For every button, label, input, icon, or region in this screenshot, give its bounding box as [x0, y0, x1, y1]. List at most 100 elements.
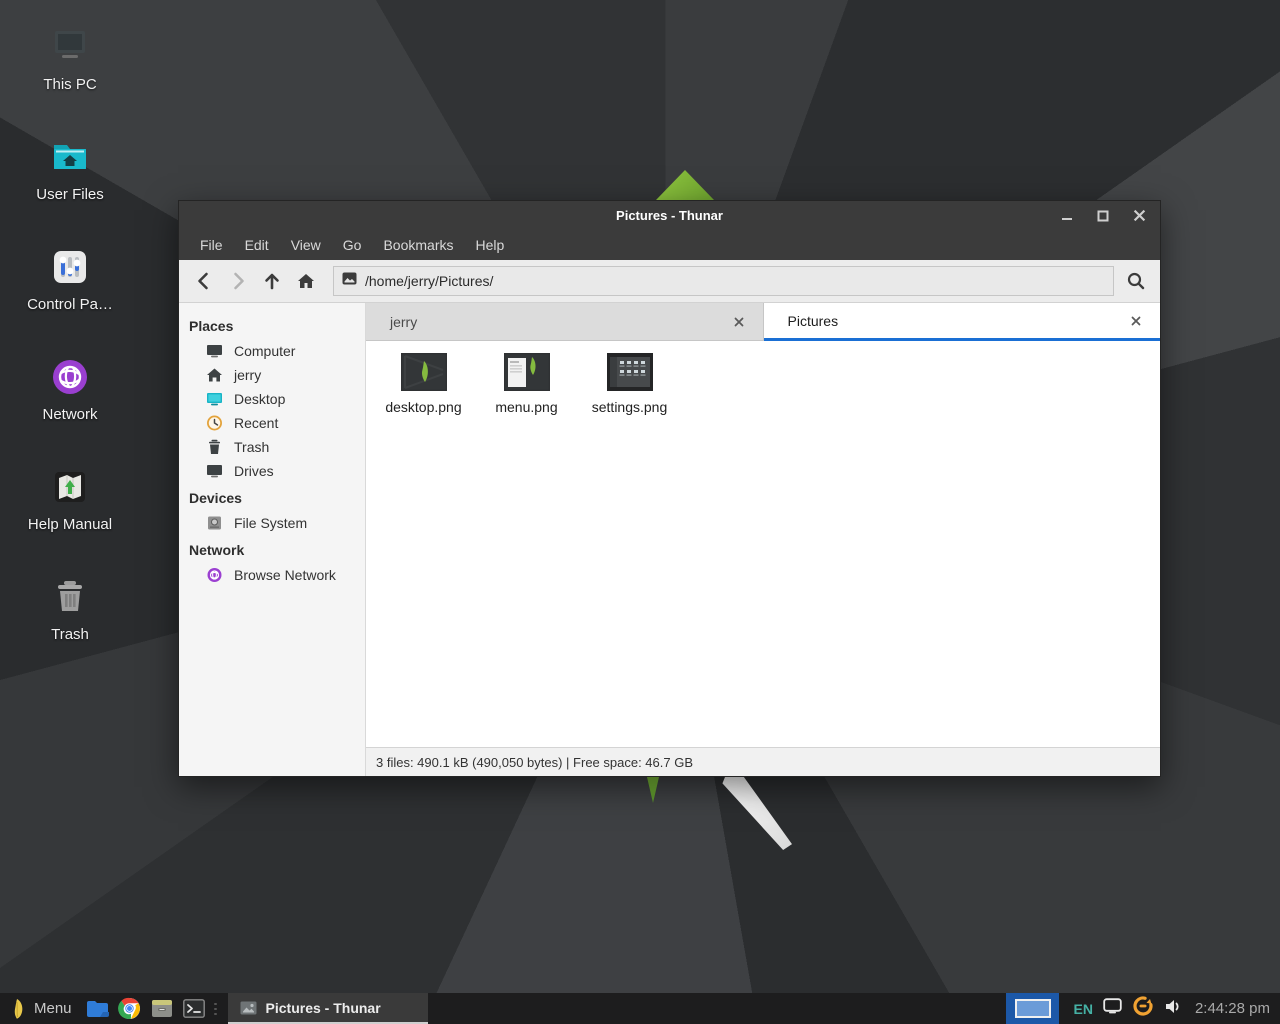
path-text: /home/jerry/Pictures/ — [365, 273, 493, 289]
desktop-icon-user-files[interactable]: User Files — [10, 128, 130, 238]
sidebar-item-label: jerry — [234, 367, 261, 383]
menu-go[interactable]: Go — [332, 232, 373, 258]
sidebar-item-home[interactable]: jerry — [179, 363, 365, 387]
menu-help[interactable]: Help — [465, 232, 516, 258]
tab-close-icon[interactable] — [731, 314, 747, 330]
desktop-icon — [206, 391, 223, 407]
file-menu-png[interactable]: menu.png — [475, 353, 578, 415]
thunar-window: Pictures - Thunar File Edit View Go Book… — [178, 200, 1161, 777]
minimize-button[interactable] — [1060, 209, 1074, 223]
sidebar-item-label: Trash — [234, 439, 269, 455]
sidebar-item-file-system[interactable]: File System — [179, 511, 365, 535]
desktop-icon-this-pc[interactable]: This PC — [10, 18, 130, 128]
file-settings-png[interactable]: settings.png — [578, 353, 681, 415]
file-name: desktop.png — [385, 399, 461, 415]
archive-manager-icon[interactable] — [149, 993, 175, 1024]
desktop-icon-trash[interactable]: Trash — [10, 568, 130, 678]
update-manager-icon[interactable] — [1132, 995, 1154, 1022]
workspace-switcher[interactable] — [1006, 993, 1059, 1024]
sidebar-header-devices: Devices — [179, 483, 365, 511]
thunar-task-icon — [240, 1001, 257, 1015]
menu-bookmarks[interactable]: Bookmarks — [372, 232, 464, 258]
forward-button[interactable] — [223, 266, 253, 296]
menu-view[interactable]: View — [280, 232, 332, 258]
help-manual-icon — [47, 464, 93, 510]
desktop-icon-control-panel[interactable]: Control Pa… — [10, 238, 130, 348]
task-button-thunar[interactable]: Pictures - Thunar — [228, 993, 428, 1024]
start-menu-label: Menu — [34, 1000, 72, 1017]
sidebar-item-drives[interactable]: Drives — [179, 459, 365, 483]
maximize-button[interactable] — [1096, 209, 1110, 223]
window-controls — [1060, 201, 1146, 230]
status-bar: 3 files: 490.1 kB (490,050 bytes) | Free… — [366, 747, 1160, 776]
sidebar-item-computer[interactable]: Computer — [179, 339, 365, 363]
menu-edit[interactable]: Edit — [234, 232, 280, 258]
tab-label: jerry — [390, 314, 417, 330]
close-button[interactable] — [1132, 209, 1146, 223]
tab-pictures[interactable]: Pictures — [764, 303, 1161, 341]
sidebar-item-trash[interactable]: Trash — [179, 435, 365, 459]
desktop-icon-help-manual[interactable]: Help Manual — [10, 458, 130, 568]
taskbar-clock[interactable]: 2:44:28 pm — [1193, 1000, 1270, 1017]
sidebar-header-network: Network — [179, 535, 365, 563]
image-thumbnail — [504, 353, 550, 391]
up-button[interactable] — [257, 266, 287, 296]
tab-jerry[interactable]: jerry — [366, 303, 764, 341]
network-globe-icon — [47, 354, 93, 400]
distro-feather-icon — [8, 998, 26, 1020]
sidebar-item-recent[interactable]: Recent — [179, 411, 365, 435]
drives-icon — [206, 463, 223, 479]
desktop-icon-label: Control Pa… — [27, 296, 113, 313]
window-titlebar[interactable]: Pictures - Thunar — [179, 201, 1160, 230]
browse-network-globe-icon — [206, 567, 223, 583]
desktop-icon-column: This PC User Files Control Pa… Network H… — [10, 18, 130, 678]
volume-icon[interactable] — [1164, 998, 1183, 1020]
file-manager-launcher-icon[interactable] — [85, 993, 111, 1024]
sidebar-item-label: Recent — [234, 415, 278, 431]
sidebar-item-label: File System — [234, 515, 307, 531]
start-menu-button[interactable]: Menu — [0, 993, 82, 1024]
sidebar-header-places: Places — [179, 311, 365, 339]
window-body: Places Computer jerry Desktop Recent Tra… — [179, 303, 1160, 776]
terminal-icon[interactable] — [181, 993, 207, 1024]
toolbar: /home/jerry/Pictures/ — [179, 260, 1160, 303]
path-bar[interactable]: /home/jerry/Pictures/ — [333, 266, 1114, 296]
file-view[interactable]: desktop.png menu.png settings.png — [366, 341, 1160, 747]
taskbar-grip-handle[interactable] — [214, 993, 222, 1024]
computer-icon — [206, 343, 223, 359]
sidebar-item-label: Browse Network — [234, 567, 336, 583]
chrome-browser-icon[interactable] — [117, 993, 143, 1024]
tab-close-icon[interactable] — [1128, 313, 1144, 329]
display-settings-icon[interactable] — [1103, 998, 1122, 1019]
menu-bar: File Edit View Go Bookmarks Help — [179, 230, 1160, 260]
back-button[interactable] — [189, 266, 219, 296]
home-icon — [206, 367, 223, 383]
tab-label: Pictures — [788, 313, 839, 329]
home-button[interactable] — [291, 266, 321, 296]
workspace-1[interactable] — [1015, 999, 1051, 1018]
file-desktop-png[interactable]: desktop.png — [372, 353, 475, 415]
window-title: Pictures - Thunar — [179, 208, 1160, 223]
image-thumbnail — [607, 353, 653, 391]
file-name: menu.png — [495, 399, 557, 415]
sidebar-item-browse-network[interactable]: Browse Network — [179, 563, 365, 587]
desktop-icon-label: Trash — [51, 626, 89, 643]
search-icon[interactable] — [1118, 266, 1154, 296]
sidebar: Places Computer jerry Desktop Recent Tra… — [179, 303, 366, 776]
keyboard-layout-indicator[interactable]: EN — [1073, 1001, 1092, 1017]
desktop-icon-label: Help Manual — [28, 516, 112, 533]
image-thumbnail — [401, 353, 447, 391]
sidebar-item-desktop[interactable]: Desktop — [179, 387, 365, 411]
file-name: settings.png — [592, 399, 668, 415]
computer-icon — [47, 24, 93, 70]
menu-file[interactable]: File — [189, 232, 234, 258]
desktop-icon-label: This PC — [43, 76, 96, 93]
status-text: 3 files: 490.1 kB (490,050 bytes) | Free… — [376, 755, 693, 770]
main-pane: jerry Pictures desktop.p — [366, 303, 1160, 776]
system-tray: EN 2:44:28 pm — [1059, 993, 1280, 1024]
location-image-icon — [342, 272, 357, 290]
desktop-icon-network[interactable]: Network — [10, 348, 130, 458]
user-files-folder-icon — [47, 134, 93, 180]
desktop-icon-label: Network — [42, 406, 97, 423]
taskbar: Menu Pictures - Thunar EN 2:44:28 pm — [0, 993, 1280, 1024]
